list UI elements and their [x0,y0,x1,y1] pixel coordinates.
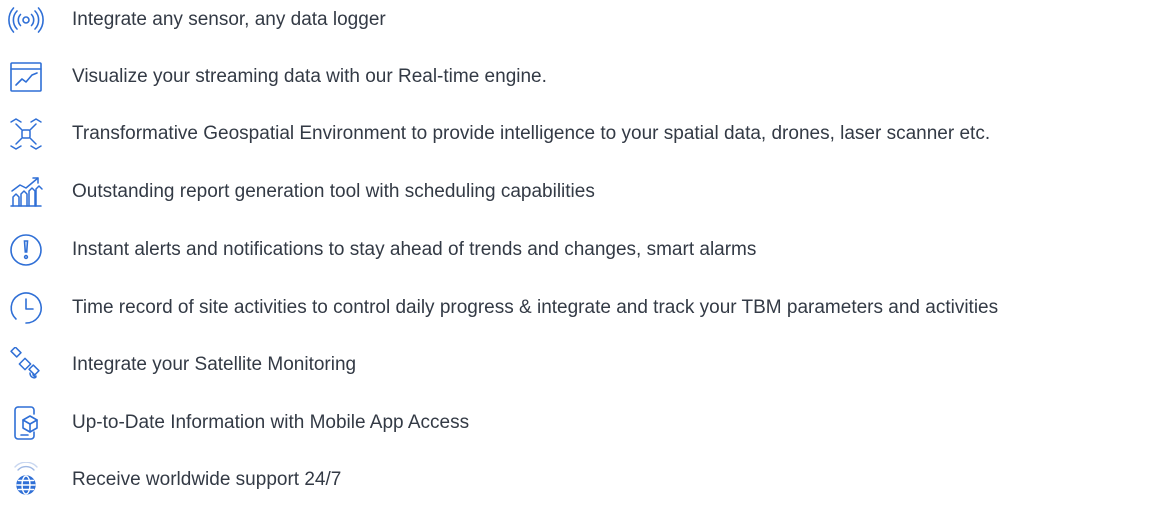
feature-item-sensors: Integrate any sensor, any data logger [0,0,1167,40]
drone-icon [8,116,44,152]
feature-item-satellite: Integrate your Satellite Monitoring [0,345,1167,385]
mobile-app-icon [8,405,44,441]
feature-item-time-record: Time record of site activities to contro… [0,288,1167,328]
feature-item-support: Receive worldwide support 24/7 [0,460,1167,500]
sensor-signal-icon [8,2,44,38]
feature-item-geospatial: Transformative Geospatial Environment to… [0,114,1167,154]
feature-item-mobile-app: Up-to-Date Information with Mobile App A… [0,403,1167,443]
feature-text: Outstanding report generation tool with … [72,181,595,202]
feature-text: Up-to-Date Information with Mobile App A… [72,412,470,433]
clock-icon [8,290,44,326]
feature-item-alerts: Instant alerts and notifications to stay… [0,230,1167,270]
feature-text: Transformative Geospatial Environment to… [72,123,991,144]
feature-text: Receive worldwide support 24/7 [72,469,342,490]
alert-icon [8,232,44,268]
feature-text: Time record of site activities to contro… [72,297,999,318]
feature-text: Integrate any sensor, any data logger [72,9,386,30]
feature-item-reports: Outstanding report generation tool with … [0,172,1167,212]
feature-text: Visualize your streaming data with our R… [72,66,547,87]
report-chart-icon [8,174,44,210]
feature-text: Instant alerts and notifications to stay… [72,239,757,260]
globe-support-icon [8,462,44,498]
feature-text: Integrate your Satellite Monitoring [72,354,357,375]
satellite-icon [8,347,44,383]
line-chart-icon [8,59,44,95]
feature-item-visualize: Visualize your streaming data with our R… [0,57,1167,97]
